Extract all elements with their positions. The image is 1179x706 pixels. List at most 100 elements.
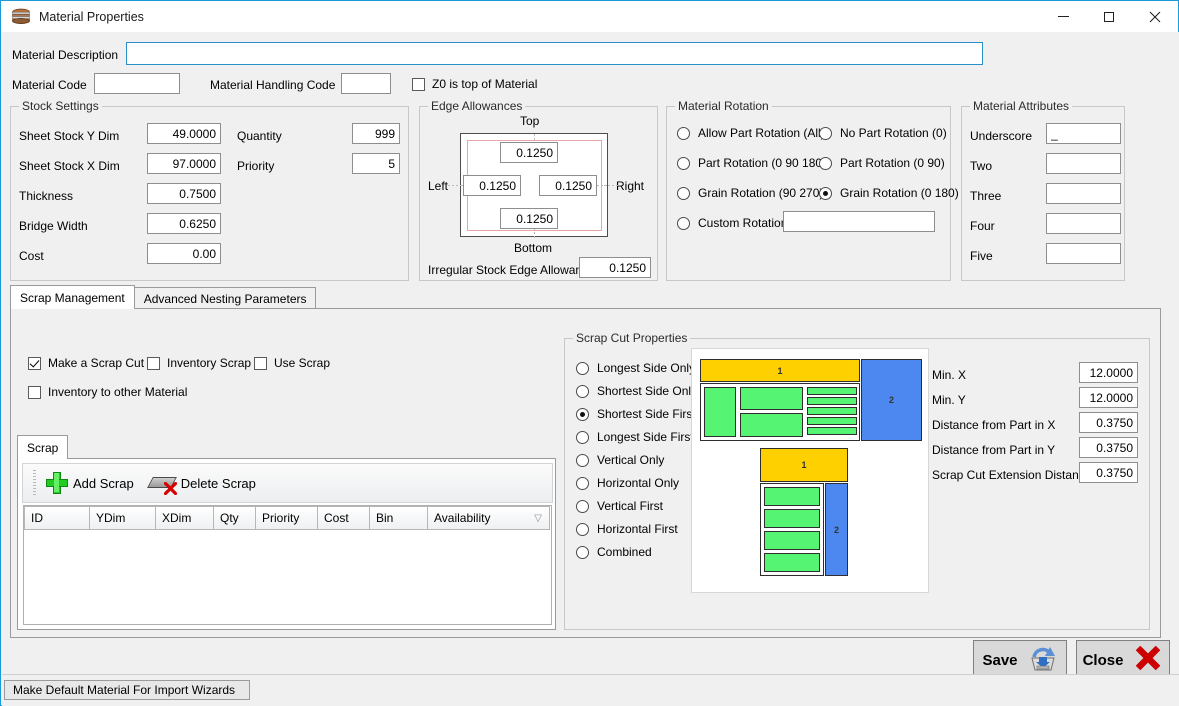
material-description-input[interactable] <box>126 42 983 65</box>
checkbox-use-scrap[interactable]: Use Scrap <box>254 356 330 370</box>
thickness-input[interactable] <box>147 183 221 204</box>
toolbar-gripper[interactable] <box>33 470 36 496</box>
irregular-stock-edge-allowance-input[interactable] <box>579 257 651 278</box>
sheet-stock-x-dim-input[interactable] <box>147 153 221 174</box>
radio-dot <box>576 408 589 421</box>
tab-label: Scrap <box>27 441 58 455</box>
tab-scrap-management[interactable]: Scrap Management <box>10 285 135 309</box>
scrap-cut-extension-distance-label: Scrap Cut Extension Distance <box>932 468 1091 482</box>
column-header-availability[interactable]: Availability ▽ <box>428 506 550 530</box>
three-input[interactable] <box>1046 183 1121 204</box>
close-button[interactable] <box>1132 1 1178 32</box>
tab-advanced-nesting-parameters[interactable]: Advanced Nesting Parameters <box>134 287 317 309</box>
distance-from-part-in-x-input[interactable] <box>1079 412 1138 433</box>
maximize-button[interactable] <box>1086 1 1132 32</box>
preview-scrap-2: 2 <box>825 483 848 576</box>
radio-combined[interactable]: Combined <box>576 545 652 559</box>
bridge-width-input[interactable] <box>147 213 221 234</box>
radio-grain-rotation-0-180[interactable]: Grain Rotation (0 180) <box>819 186 959 200</box>
radio-allow-part-rotation-all[interactable]: Allow Part Rotation (All) <box>677 126 825 140</box>
radio-horizontal-first[interactable]: Horizontal First <box>576 522 678 536</box>
radio-dot <box>576 454 589 467</box>
checkbox-make-a-scrap-cut[interactable]: Make a Scrap Cut <box>28 356 144 370</box>
radio-label: No Part Rotation (0) <box>840 126 947 140</box>
radio-label: Vertical First <box>597 499 663 513</box>
checkbox-inventory-scrap[interactable]: Inventory Scrap <box>147 356 251 370</box>
radio-label: Shortest Side First <box>597 407 696 421</box>
sheet-stock-y-dim-input[interactable] <box>147 123 221 144</box>
material-handling-code-input[interactable] <box>341 73 391 94</box>
column-header-cost[interactable]: Cost <box>318 506 370 530</box>
material-code-label: Material Code <box>12 78 87 92</box>
radio-longest-side-only[interactable]: Longest Side Only <box>576 361 695 375</box>
preview-layout-vertical: 1 2 <box>760 448 848 576</box>
column-header-bin[interactable]: Bin <box>370 506 428 530</box>
column-header-priority[interactable]: Priority <box>256 506 318 530</box>
minimize-button[interactable] <box>1040 1 1086 32</box>
min-x-input[interactable] <box>1079 362 1138 383</box>
radio-dot <box>576 431 589 444</box>
edge-top-input[interactable] <box>500 142 558 163</box>
radio-horizontal-only[interactable]: Horizontal Only <box>576 476 679 490</box>
two-label: Two <box>970 159 992 173</box>
edge-left-input[interactable] <box>463 175 521 196</box>
delete-scrap-button[interactable]: Delete Scrap <box>150 473 256 493</box>
radio-no-part-rotation-0[interactable]: No Part Rotation (0) <box>819 126 947 140</box>
quantity-input[interactable] <box>352 123 400 144</box>
priority-input[interactable] <box>352 153 400 174</box>
radio-longest-side-first[interactable]: Longest Side First <box>576 430 694 444</box>
material-attributes-group: Material Attributes Underscore Two Three… <box>961 106 1125 281</box>
scrap-cut-extension-distance-input[interactable] <box>1079 462 1138 483</box>
preview-part <box>764 487 820 506</box>
scrap-cut-properties-title: Scrap Cut Properties <box>573 331 690 345</box>
stock-settings-title: Stock Settings <box>19 99 102 113</box>
column-header-xdim[interactable]: XDim <box>156 506 214 530</box>
radio-vertical-only[interactable]: Vertical Only <box>576 453 664 467</box>
tab-scrap[interactable]: Scrap <box>17 435 68 459</box>
preview-part <box>704 387 736 437</box>
sheet-stock-x-dim-label: Sheet Stock X Dim <box>19 159 120 173</box>
make-default-material-button[interactable]: Make Default Material For Import Wizards <box>4 680 250 700</box>
add-scrap-button[interactable]: Add Scrap <box>46 472 134 494</box>
radio-vertical-first[interactable]: Vertical First <box>576 499 663 513</box>
radio-custom-rotation[interactable]: Custom Rotation <box>677 216 787 230</box>
checkbox-inventory-to-other-material[interactable]: Inventory to other Material <box>28 385 187 399</box>
four-input[interactable] <box>1046 213 1121 234</box>
z0-top-of-material-checkbox[interactable]: Z0 is top of Material <box>412 77 537 91</box>
radio-dot <box>576 500 589 513</box>
column-header-ydim[interactable]: YDim <box>90 506 156 530</box>
scrap-grid-header: ID YDim XDim Qty Priority Cost Bin Avail… <box>24 506 551 530</box>
delete-scrap-icon <box>150 473 176 493</box>
two-input[interactable] <box>1046 153 1121 174</box>
five-input[interactable] <box>1046 243 1121 264</box>
cost-input[interactable] <box>147 243 221 264</box>
material-handling-code-label: Material Handling Code <box>210 78 335 92</box>
min-y-input[interactable] <box>1079 387 1138 408</box>
preview-part <box>807 427 857 435</box>
add-scrap-label: Add Scrap <box>73 476 134 491</box>
sort-indicator-icon[interactable]: ▽ <box>534 513 542 524</box>
scrap-grid: ID YDim XDim Qty Priority Cost Bin Avail… <box>23 505 552 625</box>
radio-shortest-side-first[interactable]: Shortest Side First <box>576 407 696 421</box>
material-description-label: Material Description <box>12 48 118 62</box>
radio-part-rotation-0-90[interactable]: Part Rotation (0 90) <box>819 156 945 170</box>
material-code-input[interactable] <box>94 73 180 94</box>
radio-label: Allow Part Rotation (All) <box>698 126 825 140</box>
tick-bottom <box>534 228 535 238</box>
checkbox-box <box>28 386 41 399</box>
custom-rotation-input[interactable] <box>783 211 935 232</box>
scrap-cut-preview: 1 2 <box>691 348 929 593</box>
column-header-qty[interactable]: Qty <box>214 506 256 530</box>
underscore-input[interactable] <box>1046 123 1121 144</box>
radio-part-rotation-0-90-180[interactable]: Part Rotation (0 90 180) <box>677 156 826 170</box>
column-header-id[interactable]: ID <box>24 506 90 530</box>
edge-bottom-input[interactable] <box>500 208 558 229</box>
radio-shortest-side-only[interactable]: Shortest Side Only <box>576 384 697 398</box>
scrap-grid-body[interactable] <box>24 530 551 624</box>
edge-right-input[interactable] <box>539 175 597 196</box>
left-connector <box>448 185 464 186</box>
checkbox-box <box>147 357 160 370</box>
title-bar: Material Properties <box>1 1 1178 32</box>
distance-from-part-in-y-input[interactable] <box>1079 437 1138 458</box>
radio-grain-rotation-90-270[interactable]: Grain Rotation (90 270) <box>677 186 823 200</box>
